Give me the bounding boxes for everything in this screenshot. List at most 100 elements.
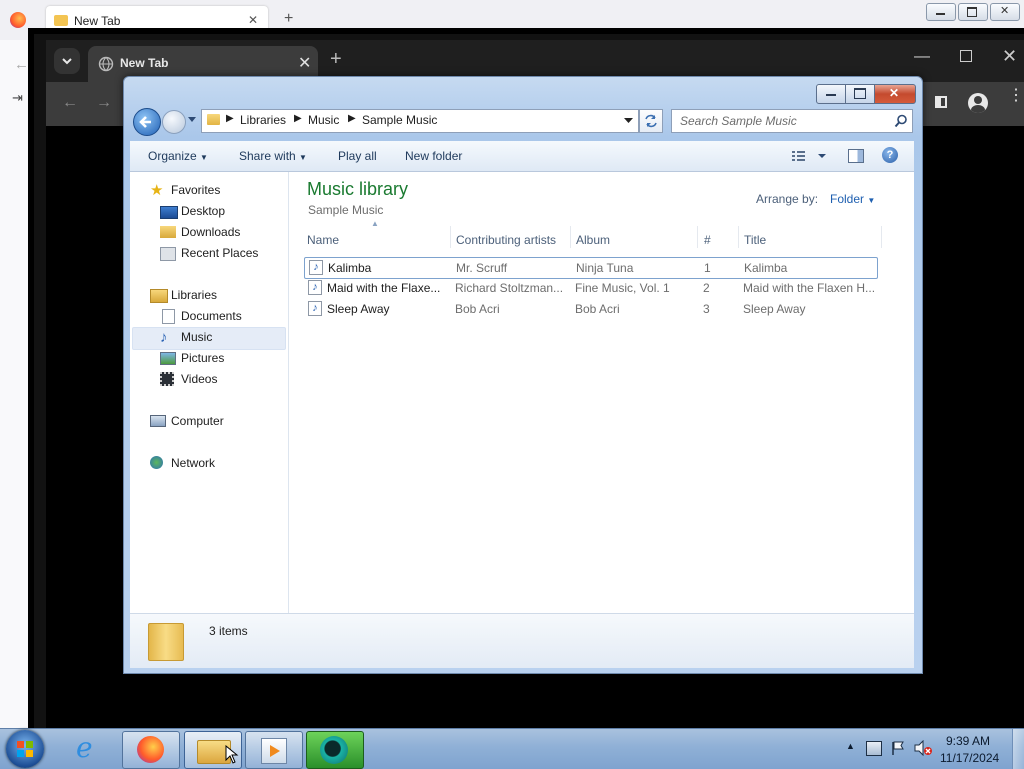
firefox-restore-button[interactable] [958, 3, 988, 21]
new-folder-button[interactable]: New folder [405, 149, 462, 163]
nav-label: Recent Places [181, 246, 259, 260]
column-header-name[interactable]: Name [307, 233, 339, 247]
nav-label: Computer [171, 414, 224, 428]
firefox-logo-icon [10, 12, 26, 28]
share-with-button[interactable]: Share with ▼ [239, 149, 307, 163]
mouse-cursor-icon [225, 745, 239, 764]
libraries-icon [150, 289, 168, 303]
show-desktop-button[interactable] [1012, 729, 1024, 769]
file-list-pane: Music library Sample Music Arrange by: F… [289, 172, 914, 613]
organize-button[interactable]: Organize ▼ [148, 149, 208, 163]
nav-label: Documents [181, 309, 242, 323]
file-row[interactable]: ♪ Kalimba Mr. Scruff Ninja Tuna 1 Kalimb… [304, 257, 878, 279]
desktop-icon [160, 206, 178, 219]
column-divider [570, 226, 571, 248]
file-artists: Mr. Scruff [456, 261, 508, 275]
profile-avatar-icon[interactable] [968, 93, 988, 113]
column-header-title[interactable]: Title [744, 233, 766, 247]
breadcrumb-sample-music[interactable]: Sample Music [362, 113, 437, 127]
search-input[interactable]: Search Sample Music [671, 109, 913, 133]
chevron-down-icon [62, 58, 72, 65]
column-header-album[interactable]: Album [576, 233, 610, 247]
firefox-sign-in-icon[interactable]: ⇥ [12, 90, 23, 106]
chrome-back-icon[interactable]: ← [62, 94, 78, 112]
windows-logo-icon [17, 741, 33, 757]
taskbar-explorer-button[interactable] [184, 731, 242, 769]
taskbar-media-player-button[interactable] [245, 731, 303, 769]
start-button[interactable] [6, 730, 44, 768]
play-all-button[interactable]: Play all [338, 149, 377, 163]
forward-button[interactable] [162, 110, 186, 134]
refresh-button[interactable] [639, 109, 663, 133]
chevron-down-icon: ▼ [299, 153, 307, 162]
back-button[interactable] [133, 108, 161, 136]
tab-search-button[interactable] [54, 48, 80, 74]
taskbar-firefox-button[interactable] [122, 731, 180, 769]
details-pane: 3 items [130, 613, 914, 668]
chrome-forward-icon[interactable]: → [96, 94, 112, 112]
breadcrumb-music[interactable]: Music [308, 113, 339, 127]
volume-muted-icon[interactable] [913, 740, 933, 756]
file-row[interactable]: ♪ Maid with the Flaxe... Richard Stoltzm… [304, 278, 876, 298]
firefox-close-button[interactable]: ✕ [990, 3, 1020, 21]
sort-ascending-icon: ▲ [371, 219, 379, 228]
search-placeholder: Search Sample Music [680, 114, 797, 128]
chrome-close-button[interactable]: ✕ [1002, 46, 1017, 67]
column-divider [450, 226, 451, 248]
chrome-tab-close-icon[interactable]: ✕ [298, 53, 311, 73]
address-dropdown-icon[interactable] [624, 118, 633, 124]
breadcrumb-separator-icon: ▶ [226, 113, 234, 124]
chrome-tab-title: New Tab [120, 56, 169, 70]
file-artists: Bob Acri [455, 302, 500, 316]
preview-pane-icon[interactable] [848, 149, 864, 163]
chrome-maximize-button[interactable] [960, 50, 972, 62]
column-header-artists[interactable]: Contributing artists [456, 233, 556, 247]
audio-file-icon: ♪ [309, 260, 323, 275]
chrome-menu-icon[interactable]: ⋮ [1008, 88, 1024, 104]
command-bar: Organize ▼ Share with ▼ Play all New fol… [130, 141, 914, 172]
file-number: 3 [703, 302, 710, 316]
file-name: Sleep Away [327, 302, 390, 316]
search-icon[interactable] [894, 114, 908, 128]
help-icon[interactable]: ? [882, 147, 898, 163]
clock-time[interactable]: 9:39 AM [946, 734, 990, 748]
item-count: 3 items [209, 624, 248, 638]
explorer-close-button[interactable]: ✕ [874, 84, 916, 104]
firefox-back-icon[interactable]: ← [14, 56, 29, 73]
firefox-tab-close-icon[interactable]: ✕ [248, 13, 258, 27]
downloads-icon [160, 226, 176, 238]
taskbar-app-button[interactable] [306, 731, 364, 769]
file-row[interactable]: ♪ Sleep Away Bob Acri Bob Acri 3 Sleep A… [304, 299, 876, 319]
column-header-number[interactable]: # [704, 233, 711, 247]
recent-pages-icon[interactable] [187, 116, 197, 124]
show-hidden-icons-button[interactable]: ▲ [846, 741, 855, 751]
file-title: Sleep Away [743, 302, 806, 316]
clock-date[interactable]: 11/17/2024 [940, 751, 999, 765]
chrome-new-tab-button[interactable]: + [330, 48, 342, 71]
refresh-icon [645, 114, 657, 128]
explorer-maximize-button[interactable] [845, 84, 875, 104]
explorer-minimize-button[interactable] [816, 84, 846, 104]
documents-icon [162, 309, 175, 324]
network-status-icon[interactable] [866, 741, 882, 756]
back-arrow-icon [139, 116, 151, 128]
network-icon [150, 456, 163, 469]
taskbar-internet-explorer-button[interactable]: e [62, 731, 118, 767]
file-album: Fine Music, Vol. 1 [575, 281, 670, 295]
arrange-by-value: Folder [830, 192, 865, 206]
address-bar[interactable]: ▶ Libraries ▶ Music ▶ Sample Music [201, 109, 639, 133]
organize-label: Organize [148, 149, 197, 163]
firefox-new-tab-button[interactable]: + [284, 10, 293, 28]
chrome-minimize-button[interactable]: — [914, 48, 930, 66]
internet-explorer-icon: e [76, 731, 93, 764]
nav-label: Music [181, 330, 213, 344]
chevron-down-icon: ▼ [867, 196, 876, 205]
action-center-flag-icon[interactable] [890, 740, 906, 756]
firefox-minimize-button[interactable] [926, 3, 956, 21]
file-number: 1 [704, 261, 711, 275]
file-album: Ninja Tuna [576, 261, 634, 275]
view-options-button[interactable] [790, 148, 830, 164]
breadcrumb-libraries[interactable]: Libraries [240, 113, 286, 127]
arrange-by-dropdown[interactable]: Folder ▼ [830, 192, 875, 206]
side-panel-icon[interactable] [935, 96, 947, 108]
